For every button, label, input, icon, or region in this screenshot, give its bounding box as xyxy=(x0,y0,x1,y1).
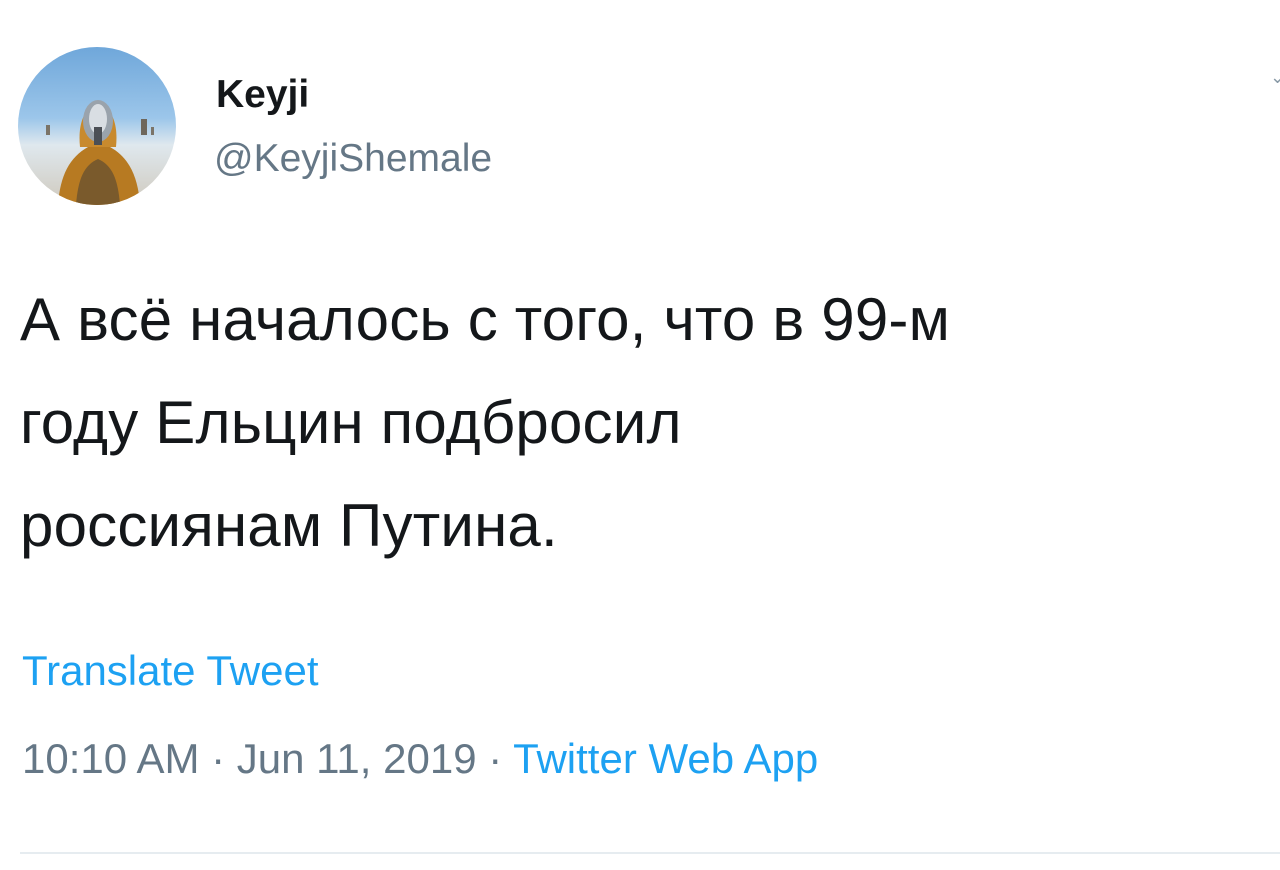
tweet-time[interactable]: 10:10 AM xyxy=(22,735,199,782)
tweet-text-line: россиянам Путина. xyxy=(20,492,558,559)
divider xyxy=(20,852,1280,854)
tweet-text: А всё началось с того, что в 99-м году Е… xyxy=(20,268,1270,577)
avatar-photo-icon xyxy=(46,100,154,205)
meta-separator: · xyxy=(476,735,514,782)
chevron-down-icon[interactable]: ⌄ xyxy=(1270,70,1280,84)
user-handle[interactable]: @KeyjiShemale xyxy=(214,136,492,182)
tweet-text-line: А всё началось с того, что в 99-м xyxy=(20,286,951,353)
translate-tweet-link[interactable]: Translate Tweet xyxy=(22,645,318,697)
tweet-date[interactable]: Jun 11, 2019 xyxy=(237,735,477,782)
tweet-metadata: 10:10 AM · Jun 11, 2019 · Twitter Web Ap… xyxy=(22,733,818,785)
avatar[interactable] xyxy=(18,47,176,205)
tweet-text-line: году Ельцин подбросил xyxy=(20,389,682,456)
tweet-source-link[interactable]: Twitter Web App xyxy=(513,735,818,782)
meta-separator: · xyxy=(199,735,237,782)
tweet-card: Keyji @KeyjiShemale ⌄ А всё началось с т… xyxy=(0,0,1280,870)
display-name[interactable]: Keyji xyxy=(216,72,309,118)
